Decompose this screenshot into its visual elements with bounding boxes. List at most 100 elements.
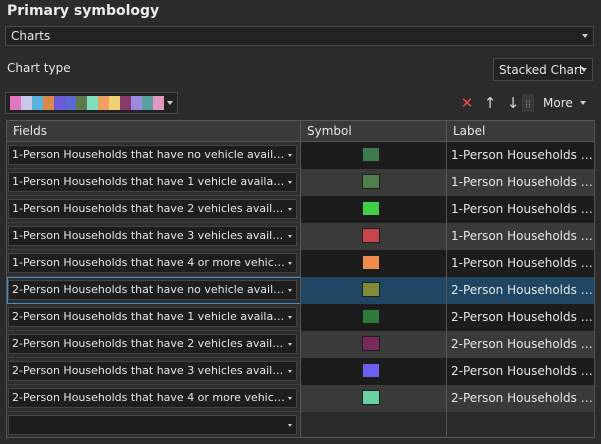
field-cell: 2-Person Households that have no vehicle… (7, 277, 301, 304)
label-cell[interactable] (447, 412, 594, 437)
table-row[interactable]: 2-Person Households that have 4 or more … (7, 385, 594, 412)
ramp-color-swatch (43, 96, 54, 110)
chevron-down-icon (288, 343, 292, 346)
symbol-cell[interactable] (301, 142, 447, 169)
more-menu-button[interactable]: More (543, 96, 573, 110)
column-header-label[interactable]: Label (447, 121, 594, 142)
field-cell: 1-Person Households that have no vehicle… (7, 142, 301, 169)
symbol-swatch[interactable] (362, 336, 380, 351)
remove-field-button[interactable]: ✕ (459, 94, 475, 112)
symbol-swatch[interactable] (362, 228, 380, 243)
symbol-swatch[interactable] (362, 255, 380, 270)
symbol-swatch[interactable] (362, 201, 380, 216)
label-cell[interactable]: 1-Person Households tha... (447, 142, 594, 169)
chevron-down-icon (288, 289, 292, 292)
field-dropdown[interactable]: 2-Person Households that have 1 vehicle … (8, 307, 297, 327)
symbol-swatch[interactable] (362, 390, 380, 405)
move-up-button[interactable]: ↑ (482, 94, 498, 112)
ramp-color-swatch (32, 96, 43, 110)
table-row[interactable]: 2-Person Households that have no vehicle… (7, 277, 594, 304)
symbol-cell[interactable] (301, 412, 447, 437)
symbol-cell[interactable] (301, 304, 447, 331)
symbol-swatch[interactable] (362, 282, 380, 297)
column-header-symbol[interactable]: Symbol (301, 121, 447, 142)
field-dropdown[interactable] (8, 415, 297, 435)
chevron-down-icon (582, 34, 588, 38)
field-name: 1-Person Households that have 2 vehicles… (12, 202, 286, 215)
ramp-color-swatch (76, 96, 87, 110)
toolbar-grip[interactable] (522, 94, 534, 112)
symbol-swatch[interactable] (362, 174, 380, 189)
symbol-cell[interactable] (301, 196, 447, 223)
chevron-down-icon (288, 370, 292, 373)
field-dropdown[interactable]: 2-Person Households that have no vehicle… (8, 280, 297, 300)
label-cell[interactable]: 2-Person Households tha... (447, 358, 594, 385)
ramp-color-swatch (87, 96, 98, 110)
field-name: 2-Person Households that have 3 vehicles… (12, 364, 286, 377)
field-name: 1-Person Households that have no vehicle… (12, 148, 286, 161)
ramp-color-swatch (120, 96, 131, 110)
field-dropdown[interactable]: 1-Person Households that have 3 vehicles… (8, 226, 297, 246)
symbol-cell[interactable] (301, 223, 447, 250)
label-cell[interactable]: 1-Person Households tha... (447, 196, 594, 223)
symbol-cell[interactable] (301, 358, 447, 385)
move-down-button[interactable]: ↓ (505, 94, 521, 112)
field-cell (7, 412, 301, 437)
arrow-up-icon: ↑ (483, 94, 497, 112)
chart-type-dropdown[interactable]: Stacked Chart (493, 58, 593, 81)
label-cell[interactable]: 2-Person Households tha... (447, 385, 594, 412)
symbol-swatch[interactable] (362, 363, 380, 378)
table-row[interactable] (7, 412, 594, 437)
field-name: 1-Person Households that have 3 vehicles… (12, 229, 286, 242)
table-row[interactable]: 1-Person Households that have 4 or more … (7, 250, 594, 277)
ramp-color-swatch (109, 96, 120, 110)
table-row[interactable]: 1-Person Households that have no vehicle… (7, 142, 594, 169)
table-row[interactable]: 1-Person Households that have 1 vehicle … (7, 169, 594, 196)
color-scheme-dropdown[interactable] (5, 92, 178, 114)
label-cell[interactable]: 1-Person Households tha... (447, 223, 594, 250)
field-name: 2-Person Households that have 1 vehicle … (12, 310, 286, 323)
symbology-dropdown[interactable]: Charts (5, 26, 594, 46)
field-dropdown[interactable]: 1-Person Households that have 1 vehicle … (8, 172, 297, 192)
symbol-swatch[interactable] (362, 147, 380, 162)
symbol-cell[interactable] (301, 250, 447, 277)
ramp-color-swatch (10, 96, 21, 110)
ramp-color-swatch (21, 96, 32, 110)
grid-header: Fields Symbol Label (7, 121, 594, 142)
symbol-cell[interactable] (301, 169, 447, 196)
chevron-down-icon (288, 154, 292, 157)
chevron-down-icon (288, 181, 292, 184)
field-dropdown[interactable]: 1-Person Households that have no vehicle… (8, 145, 297, 165)
ramp-color-swatch (131, 96, 142, 110)
symbol-cell[interactable] (301, 277, 447, 304)
field-cell: 2-Person Households that have 2 vehicles… (7, 331, 301, 358)
chevron-down-icon (288, 397, 292, 400)
label-cell[interactable]: 2-Person Households tha... (447, 304, 594, 331)
grip-icon (526, 99, 530, 107)
table-row[interactable]: 2-Person Households that have 2 vehicles… (7, 331, 594, 358)
label-cell[interactable]: 2-Person Households tha... (447, 277, 594, 304)
field-dropdown[interactable]: 2-Person Households that have 4 or more … (8, 388, 297, 408)
column-header-fields[interactable]: Fields (7, 121, 301, 142)
field-dropdown[interactable]: 2-Person Households that have 3 vehicles… (8, 361, 297, 381)
table-row[interactable]: 1-Person Households that have 2 vehicles… (7, 196, 594, 223)
symbology-value: Charts (11, 29, 51, 43)
chevron-down-icon (581, 67, 587, 72)
field-dropdown[interactable]: 2-Person Households that have 2 vehicles… (8, 334, 297, 354)
symbol-cell[interactable] (301, 385, 447, 412)
chart-type-label: Chart type (7, 61, 71, 75)
field-cell: 1-Person Households that have 2 vehicles… (7, 196, 301, 223)
table-row[interactable]: 1-Person Households that have 3 vehicles… (7, 223, 594, 250)
label-cell[interactable]: 2-Person Households tha... (447, 331, 594, 358)
field-cell: 2-Person Households that have 1 vehicle … (7, 304, 301, 331)
field-cell: 1-Person Households that have 4 or more … (7, 250, 301, 277)
symbol-swatch[interactable] (362, 309, 380, 324)
label-cell[interactable]: 1-Person Households tha... (447, 169, 594, 196)
table-row[interactable]: 2-Person Households that have 3 vehicles… (7, 358, 594, 385)
field-dropdown[interactable]: 1-Person Households that have 2 vehicles… (8, 199, 297, 219)
field-dropdown[interactable]: 1-Person Households that have 4 or more … (8, 253, 297, 273)
field-cell: 2-Person Households that have 3 vehicles… (7, 358, 301, 385)
symbol-cell[interactable] (301, 331, 447, 358)
label-cell[interactable]: 1-Person Households tha... (447, 250, 594, 277)
table-row[interactable]: 2-Person Households that have 1 vehicle … (7, 304, 594, 331)
